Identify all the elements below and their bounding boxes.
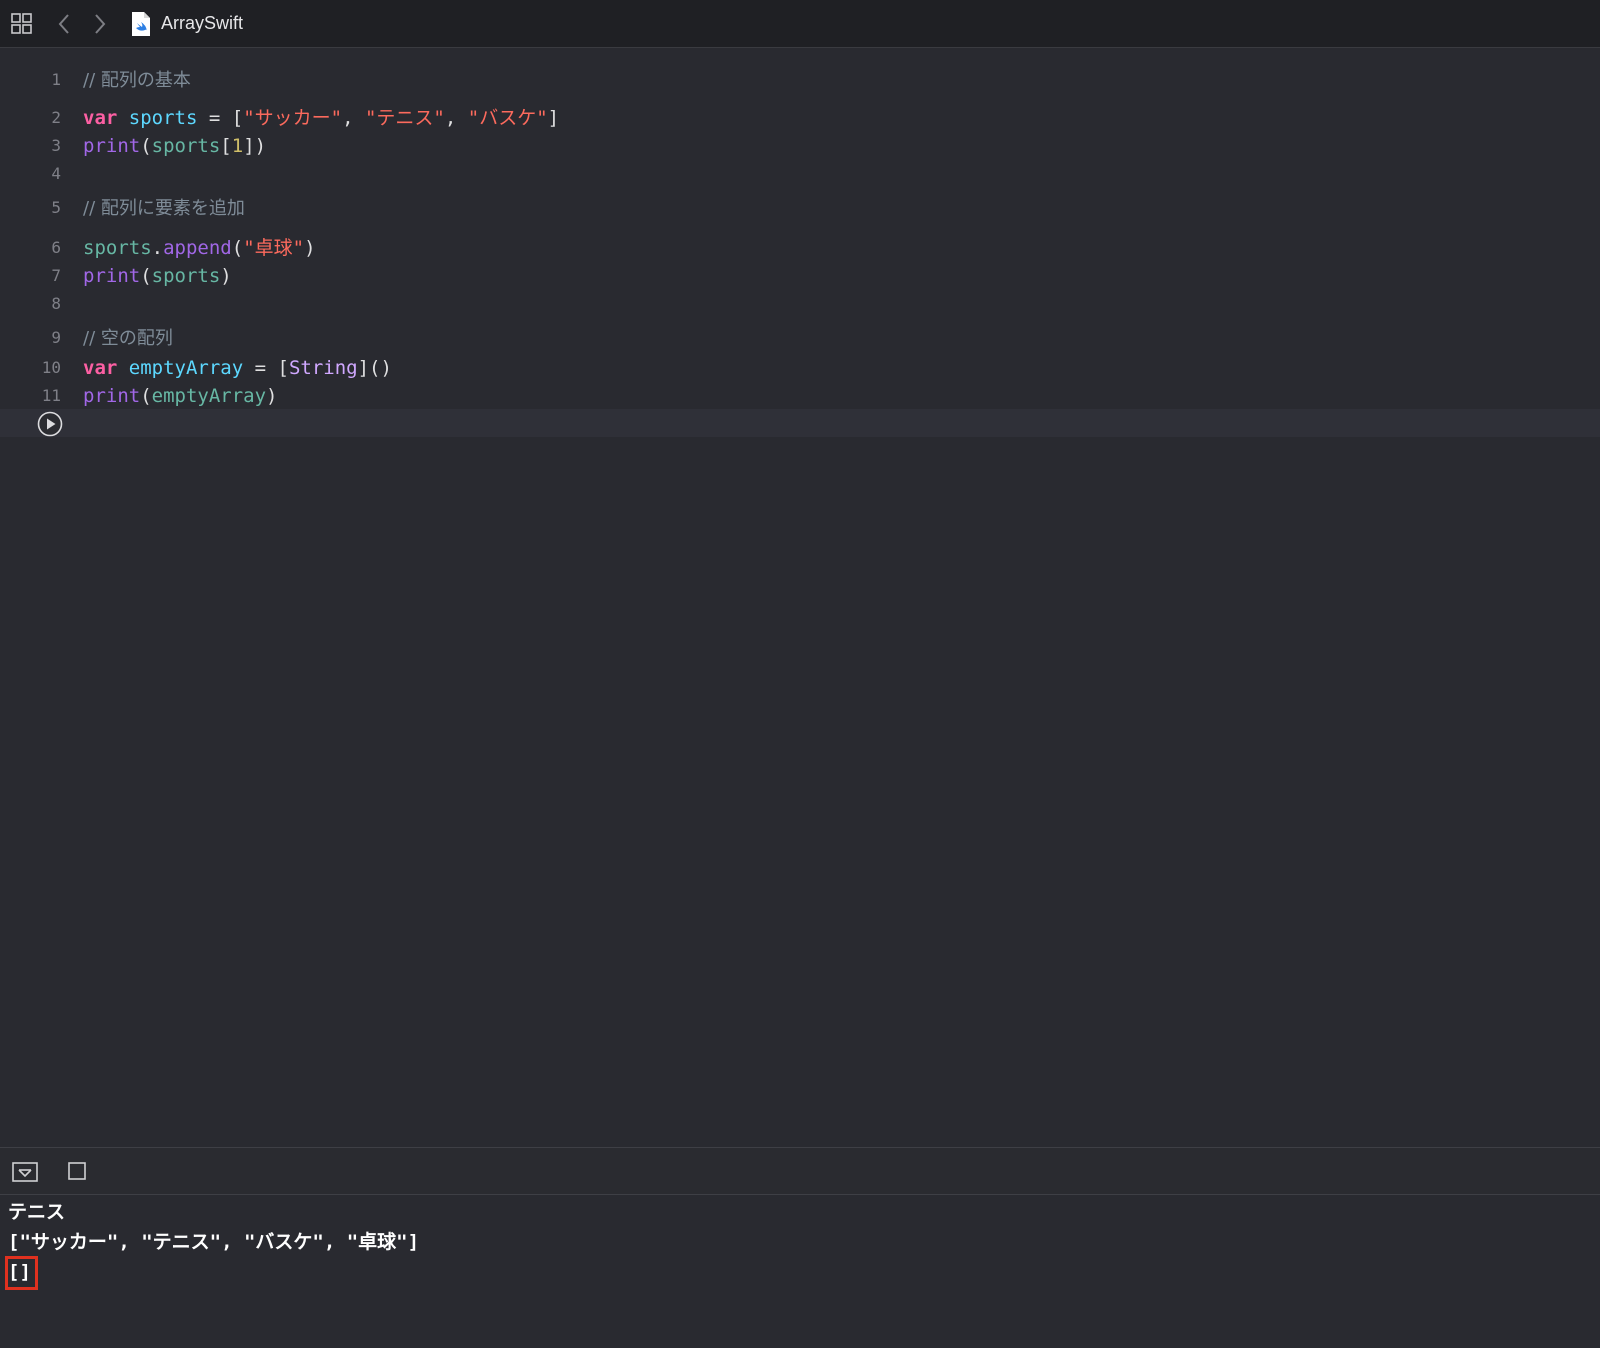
line-number: 6 [51,238,61,257]
line-number: 11 [41,386,61,405]
code-token: ]) [243,135,267,157]
code-token: print [83,385,141,407]
code-line[interactable]: 1 // 配列の基本 [0,66,1600,94]
code-token: . [151,237,164,259]
line-number: 9 [51,328,61,347]
code-token: "バスケ" [467,107,548,129]
code-line[interactable]: 5 // 配列に要素を追加 [0,194,1600,222]
code-line[interactable]: 7 print(sports) [0,262,1600,290]
code-token: ] [547,107,560,129]
code-token: ( [140,265,152,287]
code-token: = [ [243,357,289,379]
line-number: 10 [41,358,61,377]
code-token: print [83,265,141,287]
code-line[interactable]: 8 [0,290,1600,318]
hide-debug-area-icon[interactable] [12,1161,38,1187]
editor-toolbar: ArraySwift [0,0,1600,48]
code-text[interactable]: // 配列に要素を追加 [83,194,245,223]
code-token: // 空の配列 [83,328,173,349]
code-token: sports [128,107,198,129]
code-token: = [ [197,107,244,129]
line-number: 5 [51,198,61,217]
code-text[interactable]: var sports = ["サッカー", "テニス", "バスケ"] [83,104,559,132]
current-line-highlight [0,409,1600,437]
code-line[interactable]: 3 print(sports[1]) [0,132,1600,160]
code-text[interactable]: // 配列の基本 [83,66,191,95]
code-token: ]() [357,357,392,379]
swift-file-icon [130,11,152,41]
code-line[interactable]: 4 [0,160,1600,188]
code-token: sports [151,135,221,157]
console-line: テニス [8,1201,66,1223]
code-token: emptyArray [151,385,267,407]
code-token: ) [266,385,278,407]
code-line[interactable]: 9 // 空の配列 [0,324,1600,352]
line-number: 1 [51,70,61,89]
code-text[interactable]: // 空の配列 [83,324,173,353]
code-text[interactable]: print(emptyArray) [83,382,278,410]
code-token: var [83,107,118,129]
file-title[interactable]: ArraySwift [161,13,243,34]
code-token: ) [304,237,316,259]
line-number: 7 [51,266,61,285]
code-line[interactable]: 11 print(emptyArray) [0,382,1600,410]
code-token: emptyArray [128,357,244,379]
code-line[interactable]: 2 var sports = ["サッカー", "テニス", "バスケ"] [0,104,1600,132]
code-token: var [83,357,118,379]
console-output: テニス ["サッカー", "テニス", "バスケ", "卓球"] [] [0,1196,1600,1348]
code-token: [ [220,135,232,157]
debug-bar [0,1147,1600,1195]
code-line[interactable]: 10 var emptyArray = [String]() [0,354,1600,382]
code-token: "サッカー" [243,107,343,129]
code-token: append [163,237,232,259]
code-token: sports [83,237,152,259]
code-token: // 配列の基本 [83,70,191,91]
line-number: 4 [51,164,61,183]
code-token: "卓球" [243,237,305,259]
code-token: 1 [231,135,244,157]
code-token: // 配列に要素を追加 [83,198,245,219]
line-number: 2 [51,108,61,127]
square-icon[interactable] [67,1161,87,1185]
grid-icon[interactable] [10,12,34,40]
code-line[interactable]: 6 sports.append("卓球") [0,234,1600,262]
run-play-icon[interactable] [37,411,63,441]
code-token: String [288,357,358,379]
code-token: "テニス" [364,107,445,129]
code-token: ( [231,237,244,259]
console-line: ["サッカー", "テニス", "バスケ", "卓球"] [8,1231,420,1253]
code-text[interactable]: print(sports[1]) [83,132,266,160]
code-token: ( [140,385,152,407]
highlight-annotation-box [5,1256,38,1290]
code-token: ( [140,135,152,157]
code-text[interactable]: print(sports) [83,262,232,290]
line-number: 8 [51,294,61,313]
chevron-right-icon[interactable] [92,12,108,40]
code-text[interactable]: sports.append("卓球") [83,234,316,262]
chevron-left-icon[interactable] [56,12,72,40]
code-editor[interactable]: 1// 配列の基本 2 var sports = ["サッカー", "テニス", "… [0,48,1600,1147]
code-token: , [342,107,365,129]
code-token: ) [220,265,232,287]
code-token: sports [151,265,221,287]
code-token: , [444,107,468,129]
line-number: 3 [51,136,61,155]
code-token: print [83,135,141,157]
code-text[interactable]: var emptyArray = [String]() [83,354,392,382]
